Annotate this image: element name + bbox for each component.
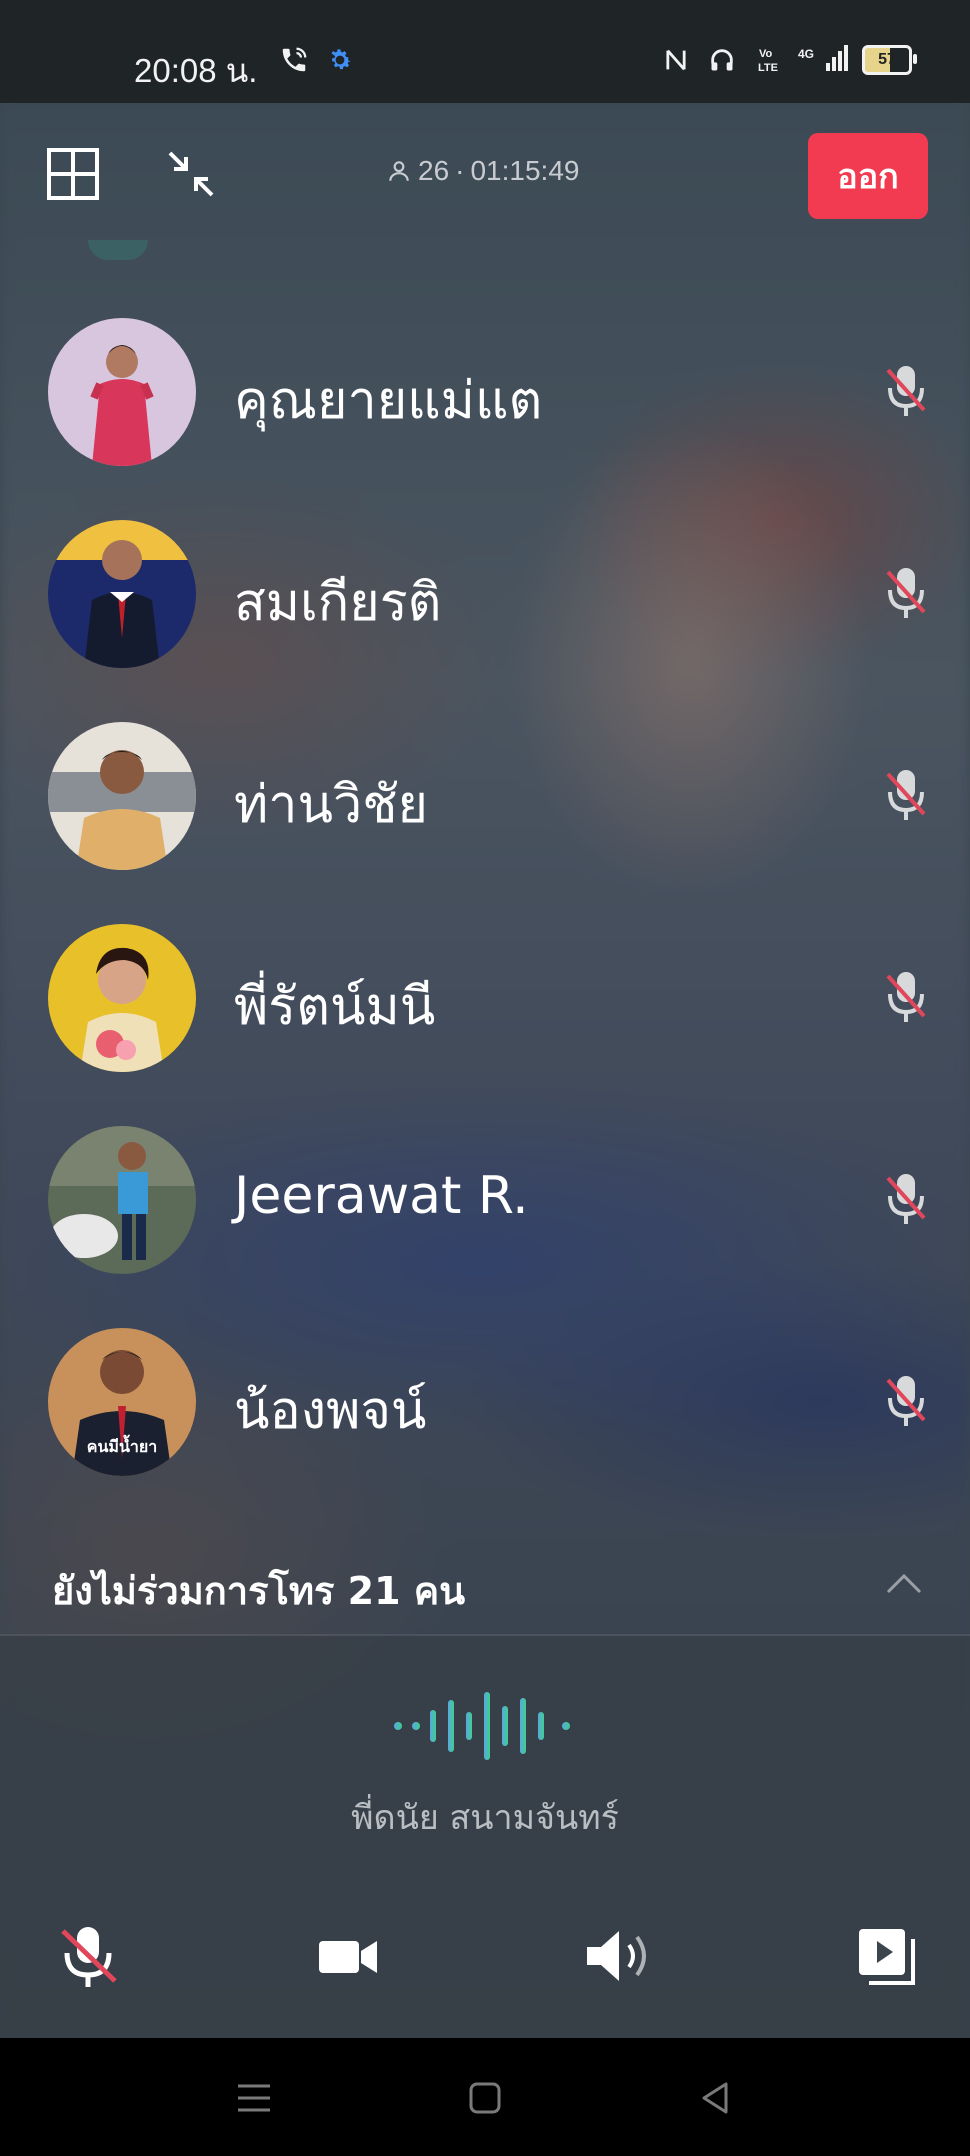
grid-icon (47, 148, 99, 200)
video-camera-icon (319, 1941, 377, 1973)
participant-count: 26 (418, 155, 450, 186)
phone-call-icon (278, 44, 310, 76)
svg-text:4G: 4G (798, 47, 814, 61)
speaker-button[interactable] (578, 1916, 658, 1996)
active-speaker-name: พี่ดนัย สนามจันทร์ (351, 1798, 619, 1838)
play-screen-icon (859, 1929, 915, 1985)
participant-row[interactable]: คนมีน้ำยา น้องพจน์ (0, 1328, 970, 1478)
menu-icon (238, 2084, 270, 2112)
avatar: คนมีน้ำยา (48, 1328, 196, 1476)
gear-icon (324, 44, 356, 76)
muted-mic-icon (884, 362, 928, 422)
status-icons-left (278, 44, 356, 76)
participant-row[interactable]: ท่านวิชัย (0, 722, 970, 872)
system-nav-bar (0, 2038, 970, 2156)
home-square-icon (469, 2082, 501, 2114)
minimize-call-button[interactable] (164, 147, 218, 201)
mute-mic-button[interactable] (48, 1916, 128, 1996)
participant-name: Jeerawat R. (234, 1166, 529, 1226)
svg-text:Vo: Vo (759, 48, 773, 60)
home-nav-button[interactable] (463, 2076, 507, 2120)
battery-icon: 57 (862, 45, 917, 75)
chevron-up-icon[interactable] (884, 1568, 924, 1598)
avatar (48, 520, 196, 668)
audio-wave-icon (390, 1686, 580, 1766)
person-icon (389, 161, 409, 181)
participant-row[interactable]: สมเกียรติ (0, 520, 970, 670)
camera-button[interactable] (308, 1916, 388, 1996)
speaker-icon (587, 1931, 646, 1981)
back-nav-button[interactable] (694, 2076, 738, 2120)
participant-name: สมเกียรติ (234, 573, 442, 633)
participant-name: คุณยายแม่แต (234, 371, 543, 431)
battery-level: 57 (878, 51, 896, 68)
participant-row[interactable]: คุณยายแม่แต (0, 318, 970, 468)
dot-separator: · (455, 155, 465, 186)
avatar-caption: คนมีน้ำยา (87, 1434, 157, 1456)
participant-row[interactable]: พี่รัตน์มนี (0, 924, 970, 1074)
mic-off-icon (61, 1927, 117, 1987)
participant-name: ท่านวิชัย (234, 775, 428, 835)
avatar (48, 1126, 196, 1274)
headset-icon (706, 44, 738, 76)
avatar (48, 924, 196, 1072)
muted-mic-icon (884, 766, 928, 826)
call-top-bar: 26 · 01:15:49 ออก (0, 103, 970, 243)
muted-mic-icon (884, 968, 928, 1028)
nfc-icon (660, 44, 692, 76)
not-joined-header[interactable]: ยังไม่ร่วมการโทร 21 คน (52, 1560, 465, 1621)
participant-name: พี่รัตน์มนี (234, 977, 436, 1037)
leave-call-button[interactable]: ออก (808, 133, 928, 219)
participant-row[interactable]: Jeerawat R. (0, 1126, 970, 1276)
status-time: 20:08 น. (134, 52, 258, 89)
back-triangle-icon (702, 2082, 728, 2114)
svg-text:LTE: LTE (758, 62, 778, 74)
grid-view-button[interactable] (46, 147, 100, 201)
call-controls-panel: พี่ดนัย สนามจันทร์ (0, 1636, 970, 2038)
status-icons-right: Vo LTE 4G 57 (660, 44, 917, 76)
call-duration: 01:15:49 (470, 155, 580, 186)
shrink-arrows-icon (168, 151, 214, 197)
muted-mic-icon (884, 1170, 928, 1230)
participant-name: น้องพจน์ (234, 1381, 427, 1441)
status-bar: 20:08 น. Vo LTE 4G 57 (0, 0, 970, 103)
muted-mic-icon (884, 564, 928, 624)
volte-icon: Vo LTE (752, 44, 784, 76)
menu-nav-button[interactable] (232, 2076, 276, 2120)
share-screen-button[interactable] (846, 1916, 926, 1996)
signal-icon: 4G (798, 44, 848, 76)
muted-mic-icon (884, 1372, 928, 1432)
avatar (48, 318, 196, 466)
avatar (48, 722, 196, 870)
call-info: 26 · 01:15:49 (386, 155, 579, 187)
